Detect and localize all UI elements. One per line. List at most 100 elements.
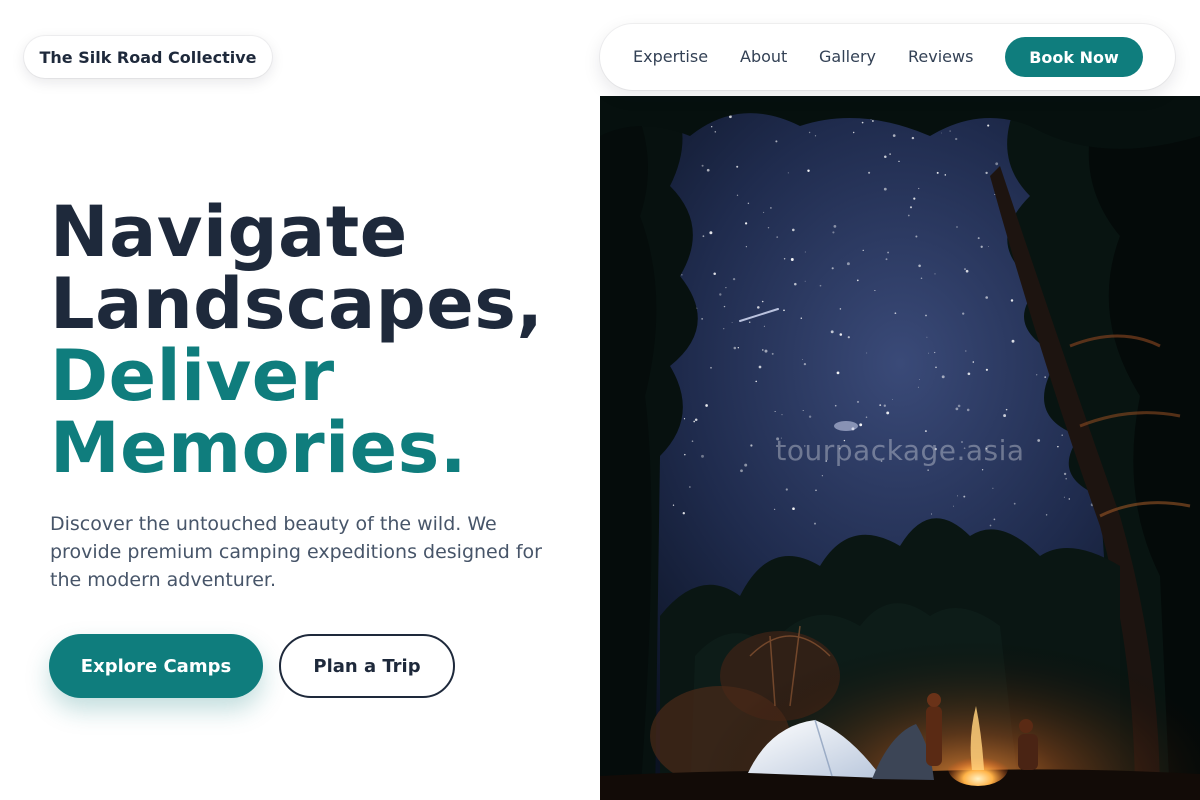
- star: [802, 409, 804, 412]
- plan-a-trip-button[interactable]: Plan a Trip: [279, 634, 455, 698]
- star: [807, 169, 810, 173]
- star: [792, 228, 795, 232]
- star: [856, 400, 860, 403]
- star: [723, 328, 725, 330]
- star: [980, 245, 983, 248]
- star: [745, 246, 747, 248]
- star: [874, 290, 876, 291]
- nav-link-about[interactable]: About: [740, 24, 787, 90]
- star: [744, 222, 748, 225]
- star: [757, 306, 760, 309]
- star: [917, 386, 919, 388]
- star: [731, 322, 733, 323]
- star: [801, 359, 803, 360]
- star: [862, 249, 864, 252]
- star: [711, 126, 713, 128]
- star: [892, 134, 896, 137]
- star: [941, 132, 943, 134]
- star: [934, 447, 937, 451]
- star: [819, 284, 822, 287]
- star: [965, 269, 969, 273]
- star: [825, 460, 827, 462]
- night-camp-illustration: [600, 96, 1200, 800]
- star: [868, 171, 871, 174]
- star: [985, 447, 988, 450]
- star: [770, 207, 772, 209]
- star: [744, 463, 748, 467]
- star: [1044, 376, 1047, 378]
- star: [934, 273, 936, 275]
- star: [706, 168, 710, 172]
- star: [725, 286, 727, 289]
- explore-camps-button[interactable]: Explore Camps: [49, 634, 263, 698]
- star: [963, 447, 966, 450]
- star: [681, 274, 683, 276]
- star: [879, 404, 882, 406]
- star: [1037, 439, 1041, 442]
- star: [839, 333, 843, 336]
- star: [839, 308, 842, 310]
- star: [977, 237, 980, 240]
- star: [748, 321, 751, 323]
- star: [995, 162, 999, 166]
- star: [972, 361, 975, 363]
- star: [935, 366, 937, 369]
- star: [1036, 374, 1038, 376]
- star: [924, 430, 927, 433]
- star: [944, 174, 947, 176]
- star: [936, 171, 939, 174]
- star: [872, 120, 874, 122]
- star: [794, 282, 797, 286]
- star: [771, 352, 774, 355]
- star: [750, 444, 753, 447]
- star: [831, 267, 834, 270]
- star: [886, 411, 890, 415]
- star: [965, 350, 967, 352]
- star: [919, 379, 920, 380]
- main-nav: Expertise About Gallery Reviews Book Now: [600, 24, 1175, 90]
- star: [859, 423, 863, 427]
- star: [865, 416, 868, 419]
- star: [884, 155, 887, 158]
- star: [913, 197, 916, 200]
- nav-link-reviews[interactable]: Reviews: [908, 24, 973, 90]
- star: [889, 153, 891, 155]
- star: [861, 121, 864, 124]
- star: [885, 258, 888, 261]
- headline-line-3: Deliver: [50, 335, 335, 417]
- star: [733, 346, 737, 350]
- star: [762, 349, 764, 351]
- star: [833, 225, 837, 228]
- star: [1010, 299, 1014, 302]
- star: [767, 227, 770, 229]
- star: [985, 296, 989, 299]
- star: [898, 160, 900, 163]
- star: [866, 352, 868, 354]
- nav-link-gallery[interactable]: Gallery: [819, 24, 876, 90]
- star: [918, 264, 921, 268]
- hero-image: tourpackage.asia: [600, 96, 1200, 800]
- star: [804, 280, 806, 282]
- star: [776, 236, 779, 238]
- star: [701, 164, 704, 167]
- nav-link-expertise[interactable]: Expertise: [633, 24, 708, 90]
- star: [839, 448, 841, 450]
- star: [846, 262, 850, 266]
- star: [705, 404, 708, 407]
- star: [701, 454, 704, 458]
- star: [985, 171, 988, 175]
- star: [955, 137, 958, 141]
- star: [732, 277, 736, 281]
- star: [683, 418, 686, 420]
- star: [740, 469, 743, 473]
- star: [894, 312, 897, 315]
- star: [834, 404, 837, 407]
- star: [787, 172, 789, 174]
- star: [780, 437, 782, 439]
- brand-logo[interactable]: The Silk Road Collective: [24, 36, 272, 78]
- star: [1003, 414, 1007, 418]
- star: [887, 251, 890, 254]
- star: [956, 226, 958, 228]
- book-now-button[interactable]: Book Now: [1005, 37, 1143, 77]
- star: [713, 272, 716, 276]
